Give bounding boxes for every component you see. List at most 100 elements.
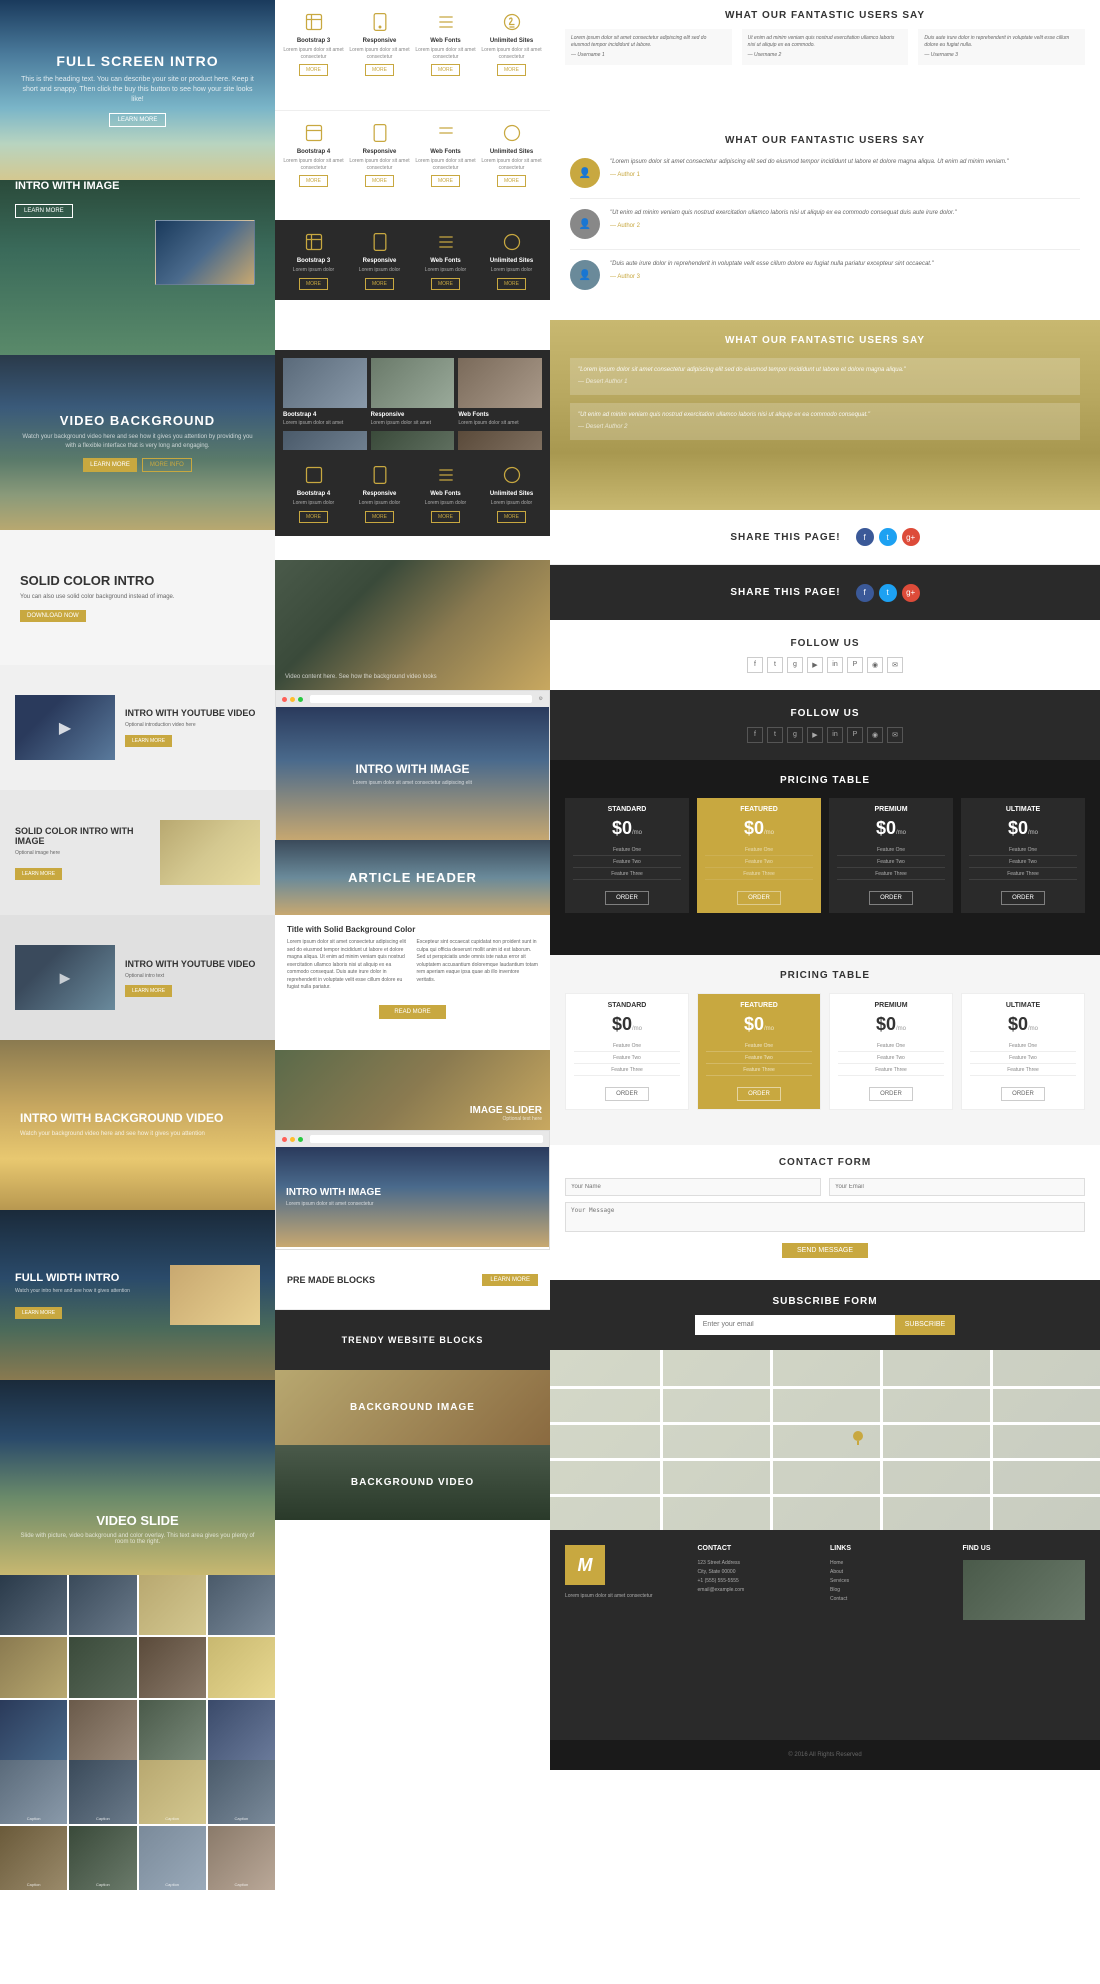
pricing-w-premium-btn[interactable]: ORDER	[869, 1087, 913, 1101]
solid-color-button[interactable]: DOWNLOAD NOW	[20, 610, 86, 622]
footer-link-1[interactable]: Home	[830, 1560, 953, 1566]
grid-cell-6[interactable]	[69, 1637, 136, 1697]
google-plus-icon[interactable]: g+	[902, 528, 920, 546]
subscribe-button[interactable]: SUBSCRIBE	[895, 1315, 955, 1335]
pricing-featured-btn[interactable]: ORDER	[737, 891, 781, 905]
intro-with-image-button[interactable]: LEARN MORE	[15, 204, 73, 218]
solid-img-btn[interactable]: LEARN MORE	[15, 868, 62, 880]
follow-dark-yt[interactable]: ▶	[807, 727, 823, 743]
footer-link-3[interactable]: Services	[830, 1578, 953, 1584]
browser-address-bar[interactable]	[310, 695, 532, 703]
thumb-4[interactable]: Caption	[208, 1760, 275, 1824]
grid-cell-5[interactable]	[0, 1637, 67, 1697]
follow-dark-email[interactable]: ✉	[887, 727, 903, 743]
intro-bg-video-section: INTRO WITH BACKGROUND VIDEO Watch your b…	[0, 1040, 275, 1210]
follow-gp[interactable]: g	[787, 657, 803, 673]
intro-youtube2-btn[interactable]: LEARN MORE	[125, 985, 172, 997]
feature-btn-3[interactable]: MORE	[431, 64, 460, 76]
grid-cell-11[interactable]	[139, 1700, 206, 1760]
feature-btn-6[interactable]: MORE	[365, 175, 394, 187]
dark-bootstrap-icon	[302, 230, 326, 254]
dark-feature-btn-4[interactable]: MORE	[497, 278, 526, 290]
feature-btn-1[interactable]: MORE	[299, 64, 328, 76]
intro-youtube2-section: INTRO WITH YOUTUBE VIDEO Optional intro …	[0, 915, 275, 1040]
dark2-btn-1[interactable]: MORE	[299, 511, 328, 523]
feature-btn-8[interactable]: MORE	[497, 175, 526, 187]
pricing-premium-btn[interactable]: ORDER	[869, 891, 913, 905]
footer-link-5[interactable]: Contact	[830, 1596, 953, 1602]
feature-btn-5[interactable]: MORE	[299, 175, 328, 187]
grid-cell-12[interactable]	[208, 1700, 275, 1760]
follow-in[interactable]: in	[827, 657, 843, 673]
footer-link-4[interactable]: Blog	[830, 1587, 953, 1593]
thumb-7[interactable]: Caption	[139, 1826, 206, 1890]
thumb-1[interactable]: Caption	[0, 1760, 67, 1824]
contact-message-input[interactable]	[565, 1202, 1085, 1232]
footer-link-2[interactable]: About	[830, 1569, 953, 1575]
left-column: FULL SCREEN INTRO This is the heading te…	[0, 0, 275, 1984]
feature-btn-7[interactable]: MORE	[431, 175, 460, 187]
dark-feature-btn-1[interactable]: MORE	[299, 278, 328, 290]
grid-cell-7[interactable]	[139, 1637, 206, 1697]
twitter-icon[interactable]: t	[879, 528, 897, 546]
follow-tw[interactable]: t	[767, 657, 783, 673]
grid-cell-3[interactable]	[139, 1575, 206, 1635]
dark2-btn-3[interactable]: MORE	[431, 511, 460, 523]
facebook-icon-dark[interactable]: f	[856, 584, 874, 602]
contact-email-input[interactable]	[829, 1178, 1085, 1196]
grid-cell-2[interactable]	[69, 1575, 136, 1635]
video-bg-btn1[interactable]: LEARN MORE	[83, 458, 137, 472]
feature-btn-4[interactable]: MORE	[497, 64, 526, 76]
facebook-icon[interactable]: f	[856, 528, 874, 546]
follow-email[interactable]: ✉	[887, 657, 903, 673]
follow-dark-tw[interactable]: t	[767, 727, 783, 743]
follow-dark-in[interactable]: in	[827, 727, 843, 743]
thumb-6[interactable]: Caption	[69, 1826, 136, 1890]
grid-cell-8[interactable]	[208, 1637, 275, 1697]
pricing-ultimate-btn[interactable]: ORDER	[1001, 891, 1045, 905]
grid-cell-9[interactable]	[0, 1700, 67, 1760]
video-bg-btn2[interactable]: MORE INFO	[142, 458, 192, 472]
youtube-thumbnail-2[interactable]	[15, 945, 115, 1010]
feature-btn-2[interactable]: MORE	[365, 64, 394, 76]
follow-dark-pi[interactable]: P	[847, 727, 863, 743]
grid-cell-10[interactable]	[69, 1700, 136, 1760]
thumb-3[interactable]: Caption	[139, 1760, 206, 1824]
dark2-btn-2[interactable]: MORE	[365, 511, 394, 523]
youtube-thumbnail[interactable]	[15, 695, 115, 760]
follow-dark-rss[interactable]: ◉	[867, 727, 883, 743]
dark2-feature-3: Web Fonts Lorem ipsum dolor MORE	[415, 463, 476, 523]
pricing-standard-btn[interactable]: ORDER	[605, 891, 649, 905]
dark2-btn-4[interactable]: MORE	[497, 511, 526, 523]
full-width-btn[interactable]: LEARN MORE	[15, 1307, 62, 1319]
pricing-w-ultimate-btn[interactable]: ORDER	[1001, 1087, 1045, 1101]
pricing-w-standard-btn[interactable]: ORDER	[605, 1087, 649, 1101]
follow-dark-gp[interactable]: g	[787, 727, 803, 743]
dark-feature-btn-3[interactable]: MORE	[431, 278, 460, 290]
testimonial-large-text-1: "Lorem ipsum dolor sit amet consectetur …	[610, 158, 1009, 167]
features-dark-2: Bootstrap 4 Lorem ipsum dolor MORE Respo…	[275, 450, 550, 536]
follow-pi[interactable]: P	[847, 657, 863, 673]
contact-name-input[interactable]	[565, 1178, 821, 1196]
article-read-more[interactable]: READ MORE	[379, 1005, 445, 1019]
full-screen-intro-button[interactable]: LEARN MORE	[109, 113, 167, 127]
google-plus-icon-dark[interactable]: g+	[902, 584, 920, 602]
grid-cell-1[interactable]	[0, 1575, 67, 1635]
follow-dark-fb[interactable]: f	[747, 727, 763, 743]
thumb-8[interactable]: Caption	[208, 1826, 275, 1890]
twitter-icon-dark[interactable]: t	[879, 584, 897, 602]
follow-yt[interactable]: ▶	[807, 657, 823, 673]
solid-youtube-btn[interactable]: LEARN MORE	[125, 735, 172, 747]
premade-button[interactable]: LEARN MORE	[482, 1274, 538, 1286]
dark-feature-btn-2[interactable]: MORE	[365, 278, 394, 290]
thumb-5[interactable]: Caption	[0, 1826, 67, 1890]
pricing-w-featured-btn[interactable]: ORDER	[737, 1087, 781, 1101]
pricing-w-standard-name: STANDARD	[574, 1002, 680, 1009]
thumb-2[interactable]: Caption	[69, 1760, 136, 1824]
browser2-address[interactable]	[310, 1135, 543, 1143]
grid-cell-4[interactable]	[208, 1575, 275, 1635]
subscribe-email-input[interactable]	[695, 1315, 895, 1335]
follow-fb[interactable]: f	[747, 657, 763, 673]
contact-submit-button[interactable]: SEND MESSAGE	[782, 1243, 868, 1258]
follow-rss[interactable]: ◉	[867, 657, 883, 673]
